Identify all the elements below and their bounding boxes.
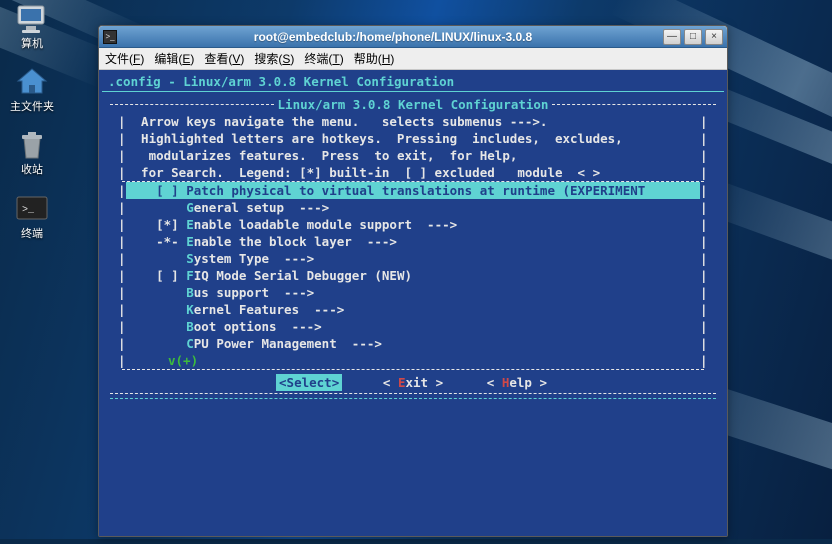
help-button[interactable]: < Help > (484, 374, 550, 391)
terminal-window: >_ root@embedclub:/home/phone/LINUX/linu… (98, 25, 728, 537)
menu-item-3[interactable]: -*- Enable the block layer ---> (126, 233, 700, 250)
menu-item-0[interactable]: [ ] Patch physical to virtual translatio… (126, 182, 700, 199)
more-indicator: v(+) (126, 352, 198, 369)
menu-item-5[interactable]: 帮助(H) (354, 52, 395, 66)
desktop-icon-trash[interactable]: 收站 (0, 126, 64, 177)
terminal-app-icon: >_ (103, 30, 117, 44)
home-icon (12, 63, 52, 99)
menu-item-2[interactable]: [*] Enable loadable module support ---> (126, 216, 700, 233)
help-text: Highlighted letters are hotkeys. Pressin… (126, 130, 700, 147)
separator (102, 91, 724, 92)
menu-item-6[interactable]: Bus support ---> (126, 284, 700, 301)
desktop-icon-label: 收站 (0, 164, 64, 177)
box-title: Linux/arm 3.0.8 Kernel Configuration (274, 96, 553, 113)
desktop-icon-home[interactable]: 主文件夹 (0, 63, 64, 114)
menu-item-3[interactable]: 搜索(S) (254, 52, 294, 66)
menu-item-7[interactable]: Kernel Features ---> (126, 301, 700, 318)
trash-icon (12, 126, 52, 162)
bottom-rule (110, 398, 716, 399)
select-button[interactable]: <Select> (276, 374, 342, 391)
desktop-icon-computer[interactable]: 算机 (0, 0, 64, 51)
exit-button[interactable]: < Exit > (380, 374, 446, 391)
config-line: .config - Linux/arm 3.0.8 Kernel Configu… (102, 73, 724, 90)
svg-text:>_: >_ (22, 205, 35, 216)
help-text: modularizes features. Press to exit, for… (126, 147, 700, 164)
desktop-icon-label: 终端 (0, 228, 64, 241)
menuconfig-box: Linux/arm 3.0.8 Kernel Configuration | A… (110, 96, 716, 394)
menu-item-8[interactable]: Boot options ---> (126, 318, 700, 335)
button-row: <Select> < Exit > < Help > (118, 370, 708, 393)
menu-item-2[interactable]: 查看(V) (204, 52, 244, 66)
titlebar[interactable]: >_ root@embedclub:/home/phone/LINUX/linu… (99, 26, 727, 48)
window-title: root@embedclub:/home/phone/LINUX/linux-3… (123, 30, 663, 44)
menubar: 文件(F) 编辑(E) 查看(V) 搜索(S) 终端(T) 帮助(H) (99, 48, 727, 70)
minimize-button[interactable]: — (663, 29, 681, 45)
terminal-icon: >_ (12, 190, 52, 226)
menu-item-1[interactable]: 编辑(E) (154, 52, 194, 66)
menu-item-4[interactable]: System Type ---> (126, 250, 700, 267)
menu-item-1[interactable]: General setup ---> (126, 199, 700, 216)
maximize-button[interactable]: □ (684, 29, 702, 45)
menu-item-0[interactable]: 文件(F) (105, 52, 144, 66)
desktop-icon-label: 主文件夹 (0, 101, 64, 114)
help-text: Arrow keys navigate the menu. selects su… (126, 113, 700, 130)
desktop-icon-label: 算机 (0, 38, 64, 51)
terminal-area[interactable]: .config - Linux/arm 3.0.8 Kernel Configu… (99, 70, 727, 536)
close-button[interactable]: × (705, 29, 723, 45)
menu-item-5[interactable]: [ ] FIQ Mode Serial Debugger (NEW) (126, 267, 700, 284)
menu-item-9[interactable]: CPU Power Management ---> (126, 335, 700, 352)
menu-item-4[interactable]: 终端(T) (304, 52, 343, 66)
desktop-icon-terminal[interactable]: >_ 终端 (0, 190, 64, 241)
computer-icon (12, 0, 52, 36)
help-text: for Search. Legend: [*] built-in [ ] exc… (126, 164, 700, 181)
